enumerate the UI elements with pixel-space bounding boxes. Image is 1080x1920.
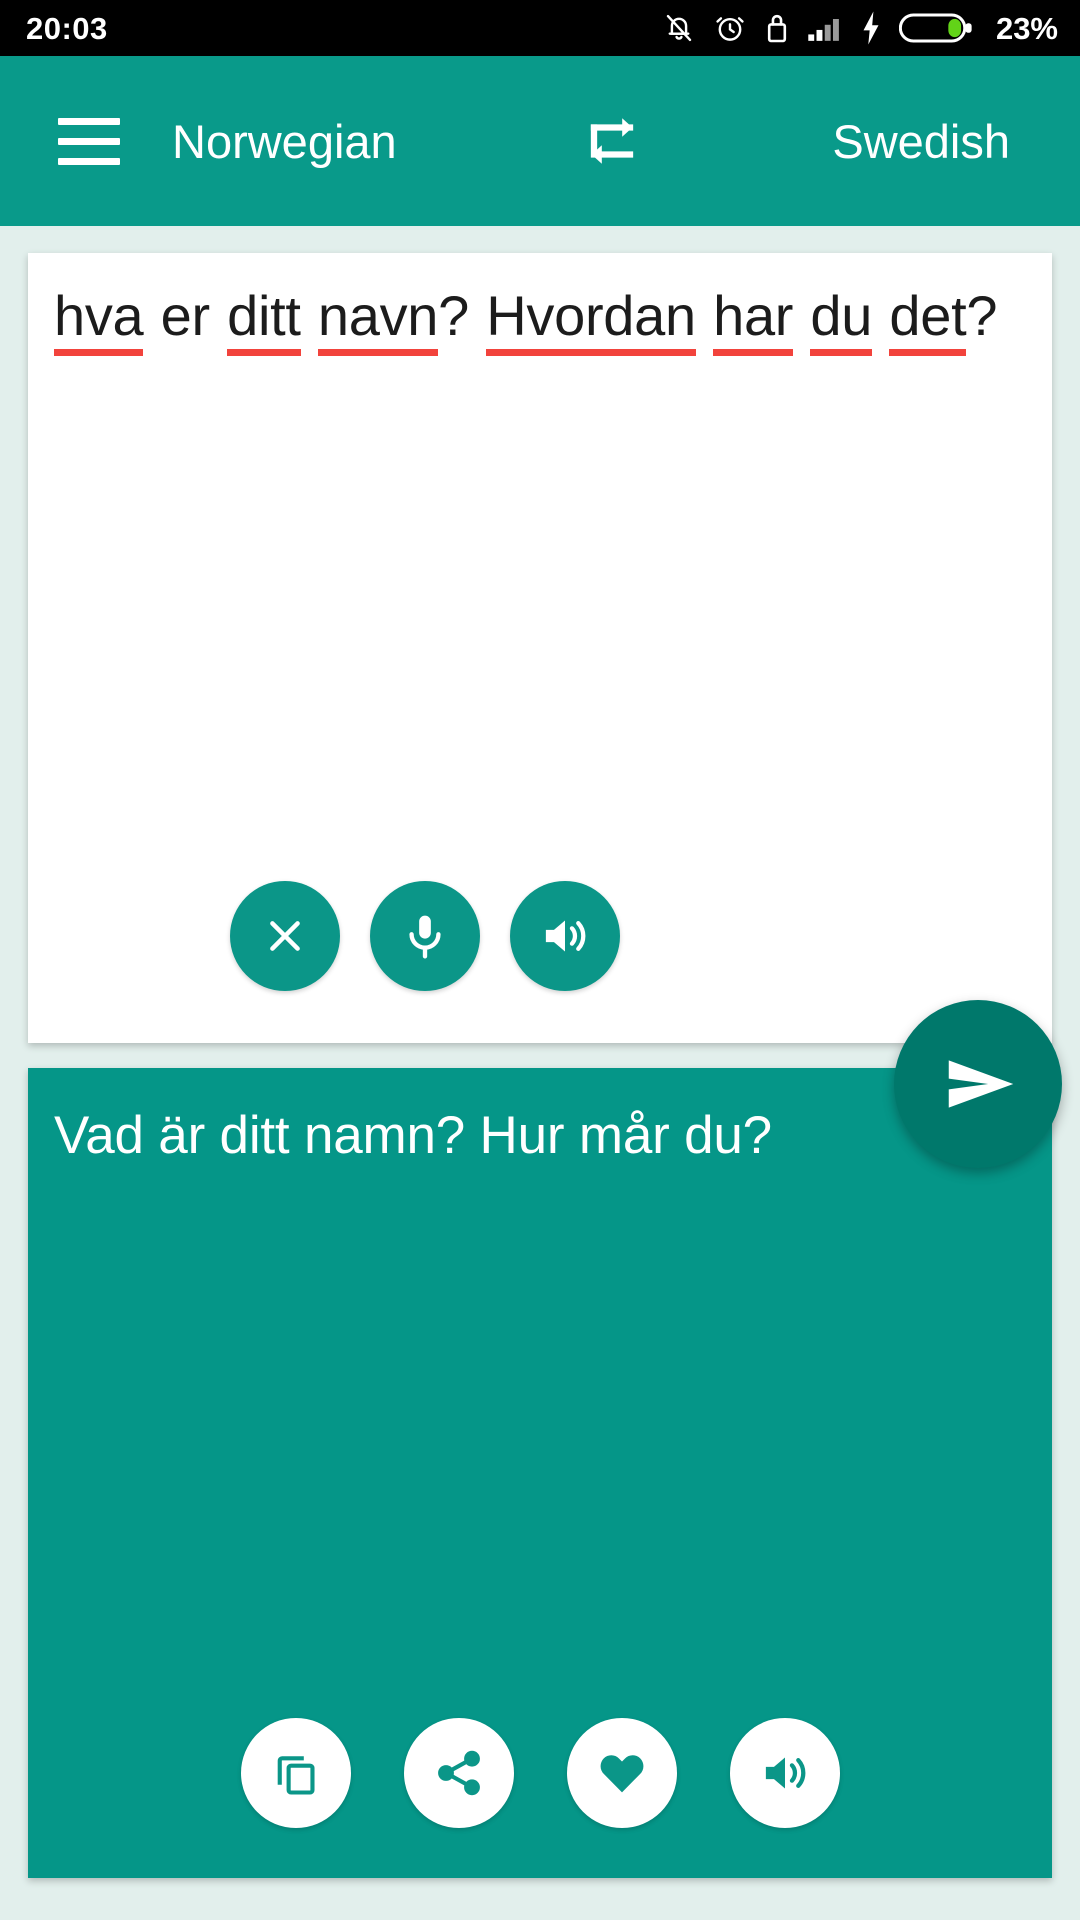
- microphone-button[interactable]: [370, 881, 480, 991]
- close-icon: [259, 910, 311, 962]
- source-word: er: [160, 284, 211, 347]
- signal-bars-icon: [807, 10, 843, 46]
- battery-percent: 23%: [995, 10, 1058, 46]
- source-word: har: [713, 284, 794, 356]
- menu-line: [58, 137, 120, 145]
- swap-languages-icon[interactable]: [567, 93, 663, 189]
- source-word: ditt: [227, 284, 301, 356]
- alarm-clock-icon: [713, 10, 747, 46]
- favorite-button[interactable]: [566, 1718, 677, 1828]
- charging-bolt-icon: [860, 10, 882, 46]
- microphone-icon: [399, 910, 451, 962]
- share-icon: [433, 1747, 485, 1799]
- source-word: det: [889, 284, 967, 356]
- copy-button[interactable]: [240, 1718, 351, 1828]
- battery-icon: [898, 10, 973, 46]
- status-time: 20:03: [26, 10, 108, 46]
- target-language-selector[interactable]: Swedish: [832, 114, 1010, 169]
- hamburger-menu-icon[interactable]: [34, 86, 144, 196]
- send-button[interactable]: [894, 1000, 1062, 1168]
- source-text-input[interactable]: hva er ditt navn? Hvordan har du det?: [54, 284, 1022, 356]
- app-bar: Norwegian Swedish: [0, 56, 1080, 226]
- translation-action-bar: [28, 1718, 1052, 1828]
- status-icons: 23%: [662, 10, 1058, 46]
- source-punctuation: ?: [966, 284, 998, 347]
- heart-icon: [595, 1746, 649, 1800]
- clear-button[interactable]: [230, 881, 340, 991]
- speaker-icon: [758, 1746, 812, 1800]
- speak-translation-button[interactable]: [729, 1718, 840, 1828]
- source-text-card: hva er ditt navn? Hvordan har du det?: [28, 253, 1052, 1043]
- speaker-icon: [538, 909, 592, 963]
- share-button[interactable]: [403, 1718, 514, 1828]
- source-action-bar: [28, 881, 1052, 991]
- source-punctuation: ?: [438, 284, 469, 347]
- source-language-selector[interactable]: Norwegian: [172, 114, 397, 169]
- speak-source-button[interactable]: [510, 881, 620, 991]
- send-icon: [932, 1041, 1024, 1127]
- translation-text: Vad är ditt namn? Hur mår du?: [54, 1106, 772, 1165]
- bell-muted-icon: [662, 10, 696, 46]
- source-word: du: [810, 284, 873, 356]
- source-word: navn: [317, 284, 439, 356]
- source-word: hva: [54, 284, 144, 356]
- lock-icon: [764, 10, 790, 46]
- source-word: Hvordan: [486, 284, 696, 356]
- menu-line: [58, 157, 120, 165]
- status-bar: 20:03 23%: [0, 0, 1080, 56]
- menu-line: [58, 117, 120, 125]
- translation-result-card: Vad är ditt namn? Hur mår du?: [28, 1068, 1052, 1878]
- copy-icon: [270, 1747, 322, 1799]
